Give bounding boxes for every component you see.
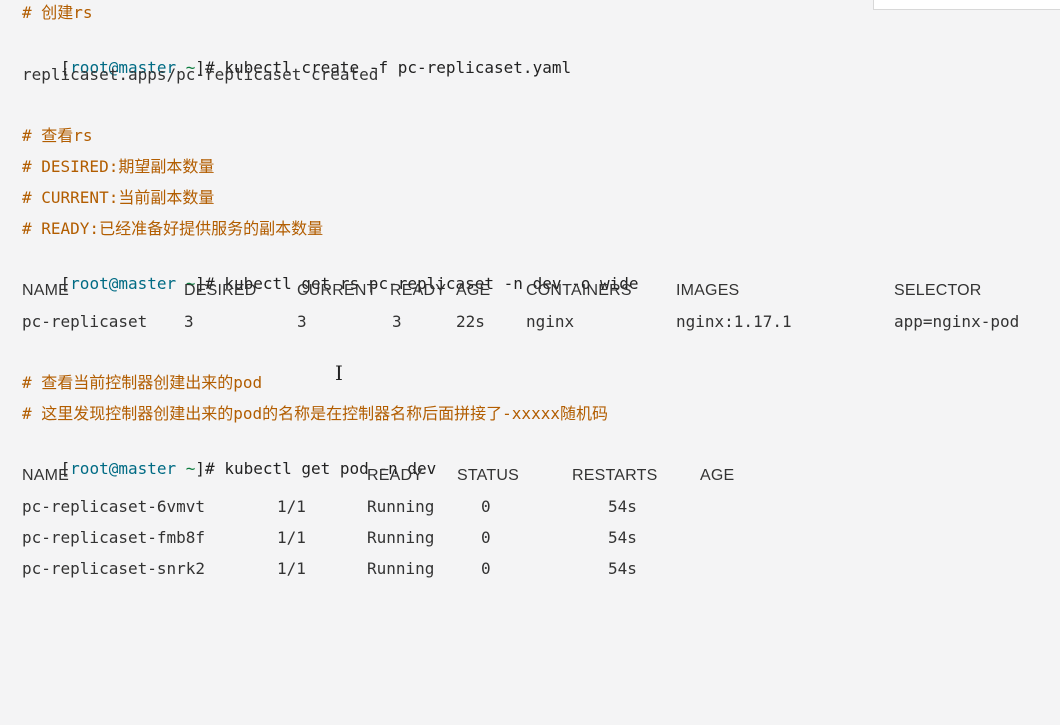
command-line-create: [root@master ~]# kubectl create -f pc-re… bbox=[22, 32, 572, 77]
pod-cell-ready: 1/1 bbox=[277, 528, 306, 547]
comment-current: # CURRENT:当前副本数量 bbox=[22, 188, 215, 207]
pod-cell-restarts: 0 bbox=[481, 559, 491, 578]
comment-ready: # READY:已经准备好提供服务的副本数量 bbox=[22, 219, 324, 238]
comment-desired: # DESIRED:期望副本数量 bbox=[22, 157, 215, 176]
create-output: replicaset.apps/pc-replicaset created bbox=[22, 65, 379, 84]
table-row: pc-replicaset-snrk2 1/1 Running 0 54s bbox=[22, 557, 1052, 581]
rs-cell-current: 3 bbox=[297, 312, 307, 331]
comment-pod-naming: # 这里发现控制器创建出来的pod的名称是在控制器名称后面拼接了-xxxxx随机… bbox=[22, 404, 608, 423]
pod-header-age: AGE bbox=[700, 467, 735, 484]
pod-cell-restarts: 0 bbox=[481, 528, 491, 547]
table-row: pc-replicaset-6vmvt 1/1 Running 0 54s bbox=[22, 495, 1052, 519]
rs-header-ready: READY bbox=[390, 282, 447, 299]
top-right-panel-edge bbox=[873, 0, 1060, 10]
rs-table-row: pc-replicaset 3 3 3 22s nginx nginx:1.17… bbox=[22, 310, 1052, 334]
comment-view-pods: # 查看当前控制器创建出来的pod bbox=[22, 373, 263, 392]
comment-view-rs: # 查看rs bbox=[22, 126, 93, 145]
rs-header-name: NAME bbox=[22, 282, 70, 299]
pod-cell-ready: 1/1 bbox=[277, 497, 306, 516]
rs-header-selector: SELECTOR bbox=[894, 282, 982, 299]
rs-cell-containers: nginx bbox=[526, 312, 575, 331]
rs-cell-desired: 3 bbox=[184, 312, 194, 331]
rs-cell-ready: 3 bbox=[392, 312, 402, 331]
table-row: pc-replicaset-fmb8f 1/1 Running 0 54s bbox=[22, 526, 1052, 550]
command-line-get-pod: [root@master ~]# kubectl get pod -n dev bbox=[22, 433, 437, 478]
pod-cell-ready: 1/1 bbox=[277, 559, 306, 578]
rs-header-desired: DESIRED bbox=[184, 282, 257, 299]
pod-header-ready: READY bbox=[367, 467, 424, 484]
rs-table-header: NAME DESIRED CURRENT READY AGE CONTAINER… bbox=[22, 279, 1052, 303]
pod-table-header: NAME READY STATUS RESTARTS AGE bbox=[22, 464, 1052, 488]
pod-cell-restarts: 0 bbox=[481, 497, 491, 516]
pod-cell-age: 54s bbox=[608, 528, 637, 547]
rs-cell-name: pc-replicaset bbox=[22, 312, 148, 331]
rs-header-current: CURRENT bbox=[297, 282, 377, 299]
pod-cell-name: pc-replicaset-6vmvt bbox=[22, 497, 206, 516]
text-cursor-icon: I bbox=[335, 361, 343, 385]
pod-header-restarts: RESTARTS bbox=[572, 467, 658, 484]
rs-cell-age: 22s bbox=[456, 312, 485, 331]
pod-cell-status: Running bbox=[367, 528, 435, 547]
rs-cell-selector: app=nginx-pod bbox=[894, 312, 1020, 331]
pod-cell-age: 54s bbox=[608, 559, 637, 578]
pod-cell-status: Running bbox=[367, 559, 435, 578]
pod-cell-status: Running bbox=[367, 497, 435, 516]
pod-header-name: NAME bbox=[22, 467, 70, 484]
pod-cell-name: pc-replicaset-snrk2 bbox=[22, 559, 206, 578]
command-line-get-rs: [root@master ~]# kubectl get rs pc-repli… bbox=[22, 248, 639, 293]
pod-header-status: STATUS bbox=[457, 467, 519, 484]
rs-cell-images: nginx:1.17.1 bbox=[676, 312, 792, 331]
rs-header-images: IMAGES bbox=[676, 282, 740, 299]
rs-header-containers: CONTAINERS bbox=[526, 282, 632, 299]
rs-header-age: AGE bbox=[456, 282, 491, 299]
pod-cell-name: pc-replicaset-fmb8f bbox=[22, 528, 206, 547]
pod-cell-age: 54s bbox=[608, 497, 637, 516]
comment-create-rs: # 创建rs bbox=[22, 3, 93, 22]
